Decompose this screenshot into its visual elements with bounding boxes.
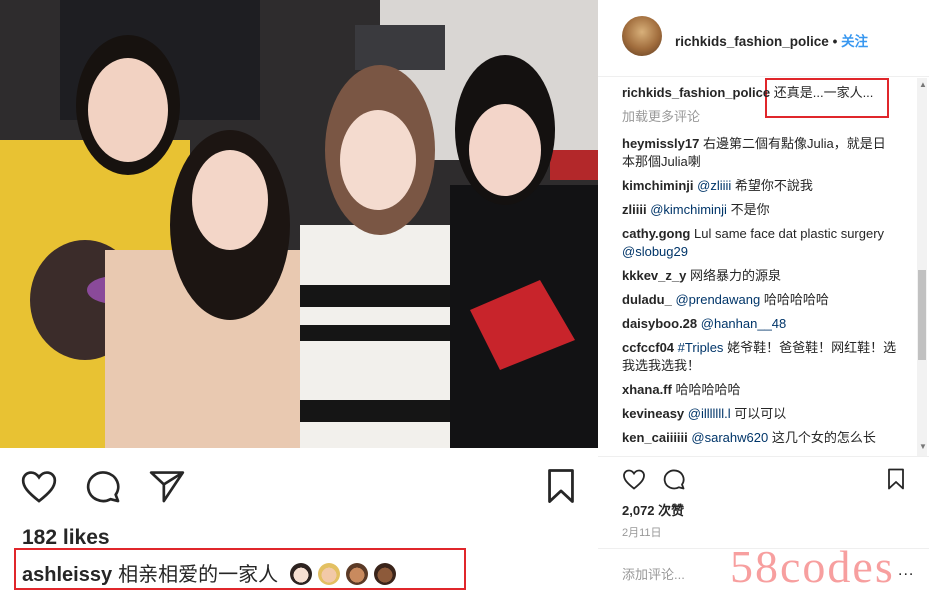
divider — [598, 456, 929, 457]
header-username[interactable]: richkids_fashion_police — [675, 34, 829, 49]
comment-mention[interactable]: @illlllll.l — [688, 406, 731, 421]
comment-bubble-icon[interactable] — [84, 468, 122, 509]
comment-username[interactable]: kevineasy — [622, 406, 684, 421]
like-heart-icon[interactable] — [622, 468, 646, 495]
post-header: richkids_fashion_police • 关注 — [598, 0, 929, 77]
woman-icon — [317, 563, 340, 585]
comment-username[interactable]: zliiii — [622, 202, 647, 217]
scroll-down-arrow-icon[interactable]: ▼ — [919, 442, 927, 451]
comment-item: zliiii @kimchiminji 不是你 — [622, 201, 897, 219]
like-heart-icon[interactable] — [20, 468, 58, 509]
comment-username[interactable]: xhana.ff — [622, 382, 672, 397]
comment-hashtag[interactable]: #Triples — [678, 340, 724, 355]
comment-text: 希望你不說我 — [734, 178, 813, 193]
comment-item: ken_caiiiiii @sarahw620 这几个女的怎么长 — [622, 429, 897, 447]
comment-text: 网络暴力的源泉 — [689, 268, 781, 283]
post-caption: ashleissy 相亲相爱的一家人 — [22, 558, 396, 587]
comment-item: daisyboo.28 @hanhan__48 — [622, 315, 897, 333]
comment-item: heymissly17 右邊第二個有點像Julia，就是日本那個Julia喇 — [622, 135, 897, 171]
avatar[interactable] — [622, 16, 662, 56]
comment-text: 这几个女的怎么长 — [771, 430, 876, 445]
comment-item: kkkev_z_y 网络暴力的源泉 — [622, 267, 897, 285]
comment-mention[interactable]: @hanhan__48 — [701, 316, 787, 331]
comment-item: cathy.gong Lul same face dat plastic sur… — [622, 225, 897, 261]
likes-count: 182 likes — [22, 526, 110, 549]
woman-icon — [373, 563, 396, 585]
header-user: richkids_fashion_police • 关注 — [675, 30, 868, 50]
comment-username[interactable]: richkids_fashion_police — [622, 85, 770, 100]
scrollbar-thumb[interactable] — [918, 270, 926, 360]
follow-button[interactable]: 关注 — [841, 34, 868, 49]
comment-mention[interactable]: @prendawang — [675, 292, 760, 307]
comment-item: xhana.ff 哈哈哈哈哈 — [622, 381, 897, 399]
comment-item: duladu_ @prendawang 哈哈哈哈哈 — [622, 291, 897, 309]
comment-bubble-icon[interactable] — [662, 468, 686, 495]
comment-item: richkids_fashion_police 还真是...一家人... — [622, 84, 897, 102]
comment-item: ccfccf04 #Triples 姥爷鞋！爸爸鞋！网红鞋！选我选我选我！ — [622, 339, 897, 375]
comments-scrollbar[interactable] — [917, 78, 927, 456]
comment-username[interactable]: duladu_ — [622, 292, 672, 307]
group-photo — [0, 0, 598, 448]
comment-item: kevineasy @illlllll.l 可以可以 — [622, 405, 897, 423]
comment-mention[interactable]: @sarahw620 — [691, 430, 768, 445]
comment-mention[interactable]: @zliiii — [697, 178, 731, 193]
comment-text: 还真是...一家人... — [773, 85, 874, 100]
bookmark-icon[interactable] — [546, 468, 576, 509]
comment-mention[interactable]: @kimchiminji — [650, 202, 727, 217]
comment-text: 哈哈哈哈哈 — [675, 382, 741, 397]
comment-text: 不是你 — [730, 202, 770, 217]
comment-username[interactable]: heymissly17 — [622, 136, 699, 151]
comment-item: kimchiminji @zliiii 希望你不說我 — [622, 177, 897, 195]
more-options-icon[interactable]: ... — [898, 562, 914, 580]
comment-username[interactable]: kimchiminji — [622, 178, 694, 193]
comment-text: 可以可以 — [734, 406, 787, 421]
header-separator: • — [832, 34, 838, 49]
sidebar-likes-count[interactable]: 2,072 次赞 — [622, 500, 684, 519]
comment-username[interactable]: daisyboo.28 — [622, 316, 697, 331]
comment-username[interactable]: ccfccf04 — [622, 340, 674, 355]
woman-icon — [289, 563, 312, 585]
bookmark-icon[interactable] — [887, 468, 905, 495]
comment-username[interactable]: cathy.gong — [622, 226, 690, 241]
caption-text: 相亲相爱的一家人 — [118, 564, 279, 586]
caption-username[interactable]: ashleissy — [22, 564, 112, 586]
watermark: 58codes — [730, 541, 895, 592]
post-sidebar: richkids_fashion_police • 关注 richkids_fa… — [598, 0, 929, 596]
comment-mention[interactable]: @slobug29 — [622, 244, 688, 259]
post-date: 2月11日 — [622, 527, 662, 539]
comments-list: richkids_fashion_police 还真是...一家人... 加载更… — [622, 84, 897, 452]
comment-username[interactable]: kkkev_z_y — [622, 268, 686, 283]
share-send-icon[interactable] — [148, 468, 186, 509]
comment-text: 哈哈哈哈哈 — [763, 292, 829, 307]
load-more-comments[interactable]: 加载更多评论 — [622, 108, 897, 126]
comment-text: Lul same face dat plastic surgery — [694, 226, 885, 241]
comment-username[interactable]: ken_caiiiiii — [622, 430, 688, 445]
scroll-up-arrow-icon[interactable]: ▲ — [919, 80, 927, 89]
post-photo — [0, 0, 598, 448]
woman-icon — [345, 563, 368, 585]
add-comment-input[interactable]: 添加评论... — [622, 564, 685, 583]
